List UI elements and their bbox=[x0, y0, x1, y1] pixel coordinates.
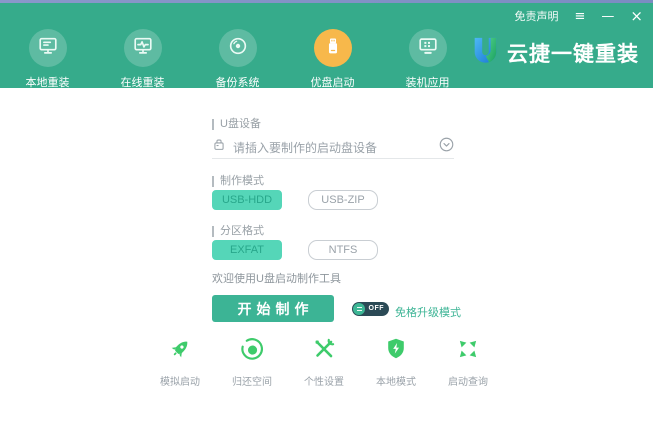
quick-actions: 模拟启动 归还空间 个性设置 bbox=[144, 336, 504, 388]
nav-item-backup-system[interactable]: 备份系统 bbox=[190, 29, 285, 90]
brand-name: 云捷一键重装 bbox=[507, 38, 639, 68]
nav-circle bbox=[219, 29, 257, 67]
upgrade-mode-label: 免格升级模式 bbox=[395, 304, 461, 320]
format-section-label: 分区格式 bbox=[212, 226, 264, 237]
toggle-knob-icon bbox=[353, 303, 365, 315]
device-placeholder: 请插入要制作的启动盘设备 bbox=[233, 139, 439, 156]
menu-icon[interactable]: ≡ bbox=[575, 10, 586, 23]
nav-circle bbox=[29, 29, 67, 67]
mode-options: USB-HDD USB-ZIP bbox=[212, 190, 378, 210]
boot-query-icon bbox=[455, 336, 481, 367]
disclaimer-link[interactable]: 免责声明 bbox=[515, 8, 559, 24]
quick-action-personal-settings[interactable]: 个性设置 bbox=[288, 336, 360, 388]
apps-monitor-icon bbox=[417, 35, 439, 62]
quick-action-label: 本地模式 bbox=[376, 373, 416, 388]
start-create-button[interactable]: 开始制作 bbox=[212, 295, 334, 322]
quick-action-label: 启动查询 bbox=[448, 373, 488, 388]
mode-section-label: 制作模式 bbox=[212, 176, 264, 187]
brand: 云捷一键重装 bbox=[470, 35, 639, 70]
welcome-text: 欢迎使用U盘启动制作工具 bbox=[212, 270, 341, 286]
nav-circle bbox=[124, 29, 162, 67]
shield-bolt-icon bbox=[383, 336, 409, 367]
format-option-exfat[interactable]: EXFAT bbox=[212, 240, 282, 260]
close-icon[interactable]: × bbox=[630, 10, 643, 23]
nav-item-usb-boot[interactable]: 优盘启动 bbox=[285, 29, 380, 90]
main-nav: 本地重装 在线重装 bbox=[0, 29, 475, 90]
drive-icon bbox=[212, 138, 226, 157]
quick-action-label: 归还空间 bbox=[232, 373, 272, 388]
nav-circle bbox=[409, 29, 447, 67]
chevron-down-icon bbox=[439, 137, 454, 157]
quick-action-label: 个性设置 bbox=[304, 373, 344, 388]
monitor-pulse-icon bbox=[132, 35, 154, 62]
app-window: 免责声明 ≡ — × 本地重装 bbox=[0, 0, 653, 421]
space-return-icon bbox=[239, 336, 265, 367]
nav-item-label: 优盘启动 bbox=[311, 74, 355, 90]
nav-item-install-apps[interactable]: 装机应用 bbox=[380, 29, 475, 90]
format-option-ntfs[interactable]: NTFS bbox=[308, 240, 378, 260]
nav-item-label: 装机应用 bbox=[406, 74, 450, 90]
format-options: EXFAT NTFS bbox=[212, 240, 378, 260]
toggle-state: OFF bbox=[369, 302, 385, 316]
tools-icon bbox=[311, 336, 337, 367]
nav-item-label: 备份系统 bbox=[216, 74, 260, 90]
upgrade-mode-toggle[interactable]: OFF bbox=[352, 302, 389, 316]
quick-action-return-space[interactable]: 归还空间 bbox=[216, 336, 288, 388]
nav-circle-active bbox=[314, 29, 352, 67]
quick-action-label: 模拟启动 bbox=[160, 373, 200, 388]
rocket-icon bbox=[167, 336, 193, 367]
nav-item-online-reinstall[interactable]: 在线重装 bbox=[95, 29, 190, 90]
mode-option-usb-hdd[interactable]: USB-HDD bbox=[212, 190, 282, 210]
brand-logo-icon bbox=[470, 35, 500, 70]
nav-item-local-reinstall[interactable]: 本地重装 bbox=[0, 29, 95, 90]
monitor-icon bbox=[37, 35, 59, 62]
quick-action-local-mode[interactable]: 本地模式 bbox=[360, 336, 432, 388]
usb-device-dropdown[interactable]: 请插入要制作的启动盘设备 bbox=[212, 136, 454, 159]
nav-item-label: 本地重装 bbox=[26, 74, 70, 90]
quick-action-simulate-boot[interactable]: 模拟启动 bbox=[144, 336, 216, 388]
usb-drive-icon bbox=[322, 35, 344, 62]
mode-option-usb-zip[interactable]: USB-ZIP bbox=[308, 190, 378, 210]
app-header: 免责声明 ≡ — × 本地重装 bbox=[0, 3, 653, 88]
quick-action-boot-query[interactable]: 启动查询 bbox=[432, 336, 504, 388]
nav-item-label: 在线重装 bbox=[121, 74, 165, 90]
disc-icon bbox=[227, 35, 249, 62]
titlebar: 免责声明 ≡ — × bbox=[515, 8, 643, 24]
minimize-icon[interactable]: — bbox=[601, 10, 614, 23]
device-section-label: U盘设备 bbox=[212, 119, 261, 130]
